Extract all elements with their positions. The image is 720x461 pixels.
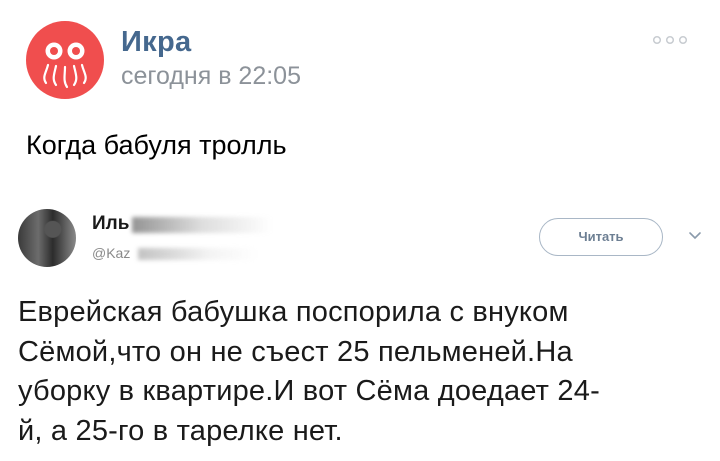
blurred-handle-redaction bbox=[138, 248, 258, 260]
tweet-text-line: Сёмой,что он не съест 25 пельменей.На bbox=[18, 335, 573, 368]
group-name[interactable]: Икра bbox=[121, 26, 191, 59]
tweet-screenshot: Иль @Kaz Читать Еврейская бабушка поспор… bbox=[0, 185, 720, 461]
tweet-author-avatar bbox=[18, 209, 76, 267]
post-timestamp: сегодня в 22:05 bbox=[121, 62, 301, 90]
post-header: Икра сегодня в 22:05 bbox=[0, 0, 720, 110]
group-avatar[interactable] bbox=[26, 21, 104, 99]
tweet-text: Еврейская бабушка поспорила с внуком Сём… bbox=[18, 293, 708, 451]
chevron-down-icon[interactable] bbox=[688, 231, 702, 241]
tweet-text-line: Еврейская бабушка поспорила с внуком bbox=[18, 296, 569, 328]
post-text: Когда бабуля тролль bbox=[26, 130, 287, 160]
tweet-text-line: й, а 25-го в тарелке нет. bbox=[18, 414, 343, 447]
blurred-name-redaction bbox=[132, 217, 272, 233]
octopus-logo-icon bbox=[43, 42, 87, 89]
follow-button[interactable]: Читать bbox=[539, 218, 663, 256]
tweet-author-handle: @Kaz bbox=[92, 245, 131, 261]
tweet-author-name: Иль bbox=[92, 213, 130, 234]
tweet-text-line: уборку в квартире.И вот Сёма доедает 24- bbox=[18, 375, 600, 407]
more-dots-icon[interactable] bbox=[652, 34, 688, 46]
